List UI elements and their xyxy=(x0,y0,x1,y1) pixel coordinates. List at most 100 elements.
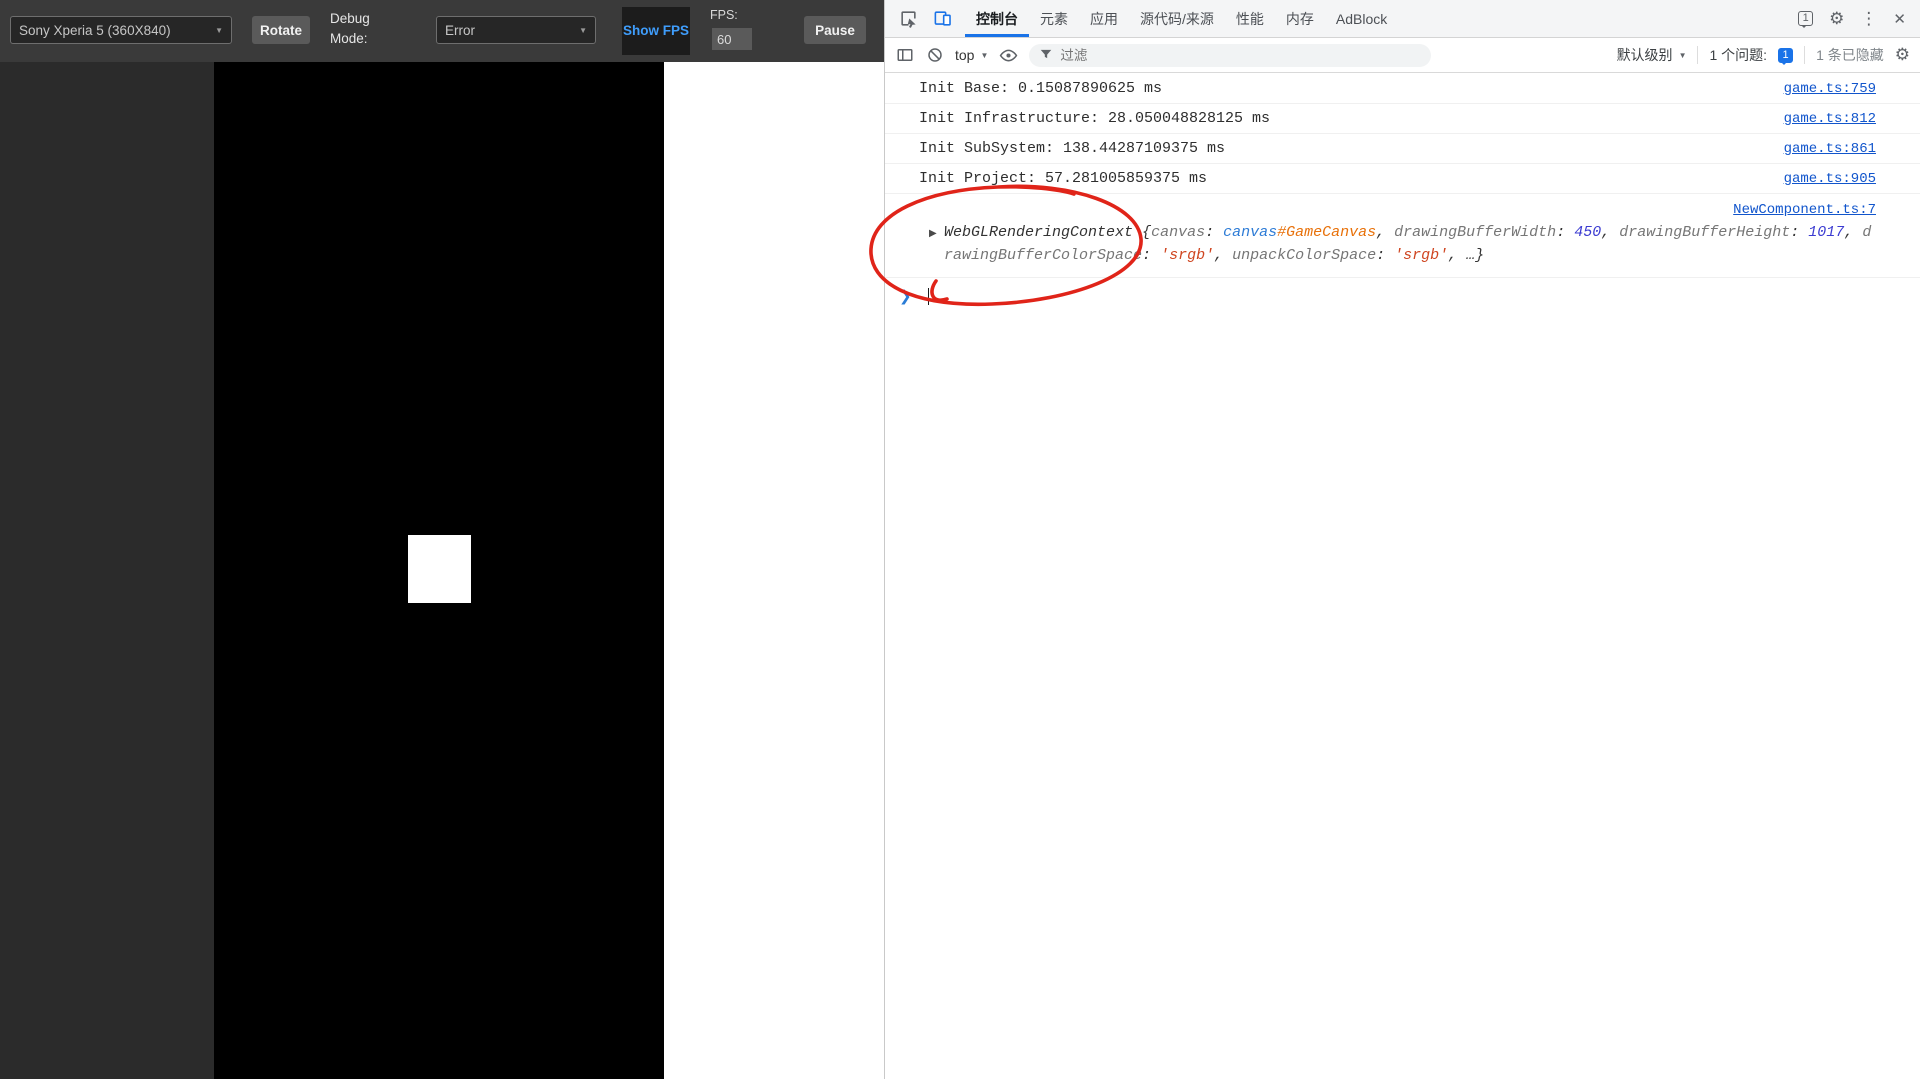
hidden-messages-label: 1 条已隐藏 xyxy=(1816,47,1884,63)
tab-AdBlock[interactable]: AdBlock xyxy=(1325,0,1398,37)
preview-token: : xyxy=(1205,224,1224,241)
log-message: Init Base: 0.15087890625 ms xyxy=(919,80,1163,97)
pause-button[interactable]: Pause xyxy=(804,16,866,44)
filter-input[interactable] xyxy=(1060,47,1422,63)
tabbar-right-controls: 1 ⚙ ⋮ ✕ xyxy=(1798,0,1914,37)
chevron-down-icon: ▼ xyxy=(215,25,223,35)
text-cursor xyxy=(927,287,929,305)
log-source-link[interactable]: game.ts:759 xyxy=(1784,81,1876,97)
tab-应用[interactable]: 应用 xyxy=(1079,0,1129,37)
tab-性能[interactable]: 性能 xyxy=(1225,0,1275,37)
filter-funnel-icon xyxy=(1039,47,1053,64)
preview-token: : xyxy=(1556,224,1575,241)
preview-token: , xyxy=(1601,224,1620,241)
show-fps-button[interactable]: Show FPS xyxy=(622,7,690,55)
console-log-row: Init SubSystem: 138.44287109375 ms game.t… xyxy=(885,134,1920,164)
live-expression-eye-icon[interactable] xyxy=(999,46,1018,65)
console-messages-area: Init Base: 0.15087890625 ms game.ts:759 In… xyxy=(885,74,1920,1079)
preview-token: 450 xyxy=(1574,224,1602,241)
console-toolbar: top ▼ 默认级别 ▼ 1 个问题: 1 1 xyxy=(885,38,1920,73)
preview-token: canvas xyxy=(1151,224,1206,241)
issues-count-label: 1 个问题: xyxy=(1709,47,1768,63)
device-select[interactable]: Sony Xperia 5 (360X840) ▼ xyxy=(10,16,232,44)
preview-token: 'srgb' xyxy=(1394,246,1449,264)
preview-token: WebGLRenderingContext xyxy=(944,224,1143,241)
console-prompt[interactable]: ❯ xyxy=(885,278,1920,314)
inspect-element-icon[interactable] xyxy=(898,9,918,29)
clear-console-icon[interactable] xyxy=(925,46,944,65)
preview-token: drawingBufferWidth xyxy=(1394,224,1557,241)
preview-token: #GameCanvas xyxy=(1277,224,1377,241)
log-levels-label: 默认级别 xyxy=(1616,47,1673,63)
log-source-link[interactable]: game.ts:905 xyxy=(1784,171,1876,187)
object-preview-text: WebGLRenderingContext {canvas: canvas#Ga… xyxy=(944,222,1874,267)
preview-token: , xyxy=(1448,246,1467,264)
chevron-down-icon: ▼ xyxy=(579,25,587,35)
tab-内存[interactable]: 内存 xyxy=(1275,0,1325,37)
object-preview[interactable]: ▶ WebGLRenderingContext {canvas: canvas#… xyxy=(885,219,1876,269)
log-source-link[interactable]: game.ts:861 xyxy=(1784,141,1876,157)
preview-token: : xyxy=(1376,246,1395,264)
log-source-link[interactable]: game.ts:812 xyxy=(1784,111,1876,127)
rotate-button[interactable]: Rotate xyxy=(252,16,310,44)
game-sprite-square xyxy=(408,535,471,603)
emulator-body xyxy=(0,62,884,1079)
game-canvas[interactable] xyxy=(214,62,664,1079)
preview-token: : xyxy=(1790,224,1809,241)
javascript-context-select[interactable]: top ▼ xyxy=(955,47,988,63)
console-log-row: Init Project: 57.281005859375 ms game.ts:… xyxy=(885,164,1920,194)
fps-input[interactable] xyxy=(712,28,752,50)
preview-token: { xyxy=(1142,224,1152,241)
console-filter-field[interactable] xyxy=(1029,43,1432,67)
preview-token: …} xyxy=(1466,246,1485,264)
devtools-tabbar: 控制台 元素 应用 源代码/来源 性能 内存 AdBlock 1 ⚙ ⋮ ✕ xyxy=(885,0,1920,38)
chevron-down-icon: ▼ xyxy=(1678,50,1687,60)
debug-level-value: Error xyxy=(445,22,475,38)
issues-bubble-icon[interactable]: 1 xyxy=(1798,11,1814,28)
preview-token: unpackColorSpace xyxy=(1232,246,1377,264)
tab-源代码/来源[interactable]: 源代码/来源 xyxy=(1129,0,1225,37)
log-message: Init SubSystem: 138.44287109375 ms xyxy=(919,140,1226,157)
tab-元素[interactable]: 元素 xyxy=(1029,0,1079,37)
preview-token: 'srgb' xyxy=(1160,246,1215,264)
console-settings-gear-icon[interactable]: ⚙ xyxy=(1895,45,1910,65)
fps-label: FPS: xyxy=(710,8,738,22)
debug-level-select[interactable]: Error ▼ xyxy=(436,16,596,44)
console-log-row: Init Base: 0.15087890625 ms game.ts:759 xyxy=(885,74,1920,104)
emulator-toolbar: Sony Xperia 5 (360X840) ▼ Rotate Debug M… xyxy=(0,0,884,62)
console-sidebar-toggle-icon[interactable] xyxy=(895,46,914,65)
tab-控制台[interactable]: 控制台 xyxy=(965,0,1029,37)
context-label: top xyxy=(955,47,975,63)
console-object-log-row: NewComponent.ts:7 ▶ WebGLRenderingContex… xyxy=(885,194,1920,278)
log-source-link[interactable]: NewComponent.ts:7 xyxy=(1733,202,1876,218)
log-message: Init Project: 57.281005859375 ms xyxy=(919,170,1208,187)
preview-token: : xyxy=(1142,246,1161,264)
log-message: Init Infrastructure: 28.050048828125 ms xyxy=(919,110,1271,127)
issues-count-bubble[interactable]: 1 xyxy=(1778,47,1794,65)
devtools-tabs: 控制台 元素 应用 源代码/来源 性能 内存 AdBlock xyxy=(965,0,1398,37)
preview-token: drawingBufferHeight xyxy=(1619,224,1791,241)
console-toolbar-right: 默认级别 ▼ 1 个问题: 1 1 条已隐藏 ⚙ xyxy=(1617,45,1910,65)
divider xyxy=(1804,46,1806,64)
divider xyxy=(1697,46,1699,64)
debug-mode-label: Debug Mode: xyxy=(330,11,370,46)
preview-token: , xyxy=(1376,224,1395,241)
settings-gear-icon[interactable]: ⚙ xyxy=(1829,9,1844,29)
preview-token: 1017 xyxy=(1808,224,1845,241)
chevron-down-icon: ▼ xyxy=(980,50,989,60)
emulator-pane: Sony Xperia 5 (360X840) ▼ Rotate Debug M… xyxy=(0,0,884,1079)
close-devtools-icon[interactable]: ✕ xyxy=(1893,10,1906,28)
devtools-panel: 控制台 元素 应用 源代码/来源 性能 内存 AdBlock 1 ⚙ ⋮ ✕ top ▼ xyxy=(884,0,1920,1079)
more-options-icon[interactable]: ⋮ xyxy=(1860,9,1877,29)
preview-token: , xyxy=(1844,224,1863,241)
expand-triangle-icon[interactable]: ▶ xyxy=(929,228,937,239)
device-toolbar-icon[interactable] xyxy=(932,9,952,29)
console-log-row: Init Infrastructure: 28.050048828125 ms g… xyxy=(885,104,1920,134)
preview-token: , xyxy=(1214,246,1233,264)
page-background xyxy=(664,62,884,1079)
log-levels-select[interactable]: 默认级别 ▼ xyxy=(1617,45,1687,65)
prompt-chevron-icon: ❯ xyxy=(899,287,912,305)
preview-token: canvas xyxy=(1223,224,1278,241)
screenshot-stage: Sony Xperia 5 (360X840) ▼ Rotate Debug M… xyxy=(0,0,1920,1079)
console-log-list: Init Base: 0.15087890625 ms game.ts:759 In… xyxy=(885,74,1920,194)
